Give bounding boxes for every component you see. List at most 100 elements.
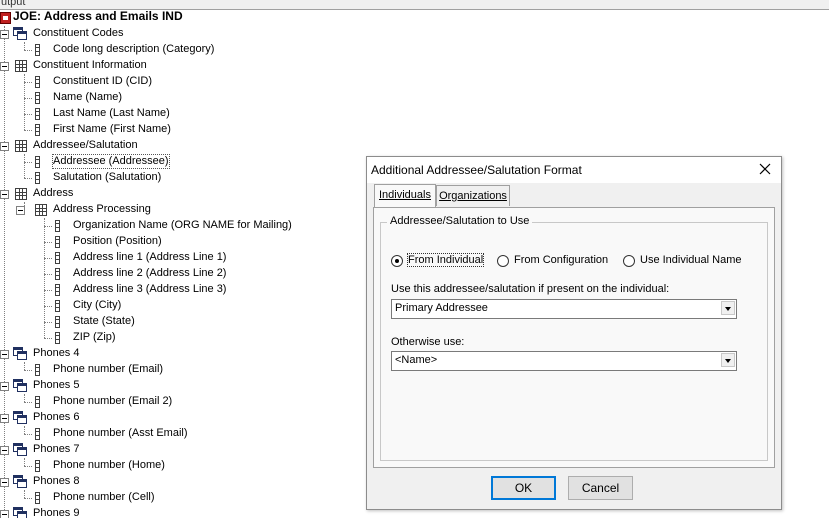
collapse-icon[interactable] [16, 206, 25, 215]
select-value: Primary Addressee [395, 302, 488, 314]
radio-from-configuration[interactable]: From Configuration [497, 253, 617, 269]
tree-connector [24, 162, 32, 163]
tree-node-label: Organization Name (ORG NAME for Mailing) [73, 219, 292, 231]
tree-field-first-name[interactable]: First Name (First Name) [0, 122, 200, 138]
collapse-icon[interactable] [0, 350, 9, 359]
record-table-icon [15, 140, 27, 152]
collapse-icon[interactable] [0, 62, 9, 71]
tree-node-label: Phones 7 [33, 443, 80, 455]
collapse-icon[interactable] [0, 30, 9, 39]
field-icon [35, 460, 40, 472]
tree-node-label: Constituent Codes [33, 27, 124, 39]
tree-connector [24, 498, 32, 499]
tree-node-label: Phones 6 [33, 411, 80, 423]
tree-connector [44, 290, 52, 291]
collapse-icon[interactable] [0, 190, 9, 199]
tree-node-phones-9[interactable]: Phones 9 [0, 506, 200, 518]
radio-button-icon[interactable] [391, 255, 403, 267]
tree-field-city[interactable]: City (City) [0, 298, 200, 314]
radio-button-icon[interactable] [623, 255, 635, 267]
dialog-titlebar[interactable]: Additional Addressee/Salutation Format [367, 157, 781, 183]
tree-field-addressee[interactable]: Addressee (Addressee) [0, 154, 200, 170]
cancel-button[interactable]: Cancel [568, 476, 633, 500]
record-table-icon [35, 204, 47, 216]
tree-node-phones-5[interactable]: Phones 5 [0, 378, 200, 394]
otherwise-use-select[interactable]: <Name> [391, 351, 737, 371]
field-icon [35, 396, 40, 408]
tree-node-label: Last Name (Last Name) [53, 107, 170, 119]
field-icon [35, 364, 40, 376]
tree-field-category[interactable]: Code long description (Category) [0, 42, 260, 58]
tree-node-constituent-information[interactable]: Constituent Information [0, 58, 200, 74]
tree-field-zip[interactable]: ZIP (Zip) [0, 330, 200, 346]
tree-connector [44, 258, 52, 259]
tree-node-phones-7[interactable]: Phones 7 [0, 442, 200, 458]
field-icon [35, 124, 40, 136]
tree-connector [24, 130, 32, 131]
multi-record-icon [13, 475, 27, 488]
tree-connector [24, 370, 32, 371]
tree-field-cid[interactable]: Constituent ID (CID) [0, 74, 200, 90]
tab-organizations[interactable]: Organizations [436, 185, 510, 206]
tree-field-org-name[interactable]: Organization Name (ORG NAME for Mailing) [0, 218, 300, 234]
tab-label: Organizations [439, 190, 507, 202]
tree-field-phone-home[interactable]: Phone number (Home) [0, 458, 200, 474]
tree-root[interactable]: JOE: Address and Emails IND [0, 10, 300, 26]
tree-node-label: Phone number (Cell) [53, 491, 155, 503]
tree-field-phone-asst-email[interactable]: Phone number (Asst Email) [0, 426, 200, 442]
collapse-icon[interactable] [0, 478, 9, 487]
chevron-down-icon[interactable] [721, 353, 735, 367]
collapse-icon[interactable] [0, 446, 9, 455]
collapse-icon[interactable] [0, 414, 9, 423]
tree-field-address-line-2[interactable]: Address line 2 (Address Line 2) [0, 266, 240, 282]
individuals-tab-panel: Addressee/Salutation to Use From Individ… [373, 207, 775, 468]
tree-node-address[interactable]: Address [0, 186, 200, 202]
tree-node-label: City (City) [73, 299, 122, 311]
tree-node-address-processing[interactable]: Address Processing [0, 202, 200, 218]
tree-node-constituent-codes[interactable]: Constituent Codes [0, 26, 200, 42]
tree-field-position[interactable]: Position (Position) [0, 234, 200, 250]
tree-node-phones-4[interactable]: Phones 4 [0, 346, 200, 362]
tree-field-address-line-1[interactable]: Address line 1 (Address Line 1) [0, 250, 240, 266]
multi-record-icon [13, 347, 27, 360]
collapse-icon[interactable] [0, 382, 9, 391]
tree-node-label: Phone number (Asst Email) [53, 427, 188, 439]
tree-field-address-line-3[interactable]: Address line 3 (Address Line 3) [0, 282, 240, 298]
present-addressee-select[interactable]: Primary Addressee [391, 299, 737, 319]
field-icon [55, 300, 60, 312]
collapse-icon[interactable] [0, 510, 9, 518]
tree-field-last-name[interactable]: Last Name (Last Name) [0, 106, 200, 122]
radio-button-icon[interactable] [497, 255, 509, 267]
tree-node-phones-8[interactable]: Phones 8 [0, 474, 200, 490]
radio-use-individual-name[interactable]: Use Individual Name [623, 253, 753, 269]
collapse-icon[interactable] [0, 142, 9, 151]
field-icon [55, 268, 60, 280]
radio-from-individual[interactable]: From Individual [391, 253, 491, 269]
output-label: utput [1, 0, 26, 8]
multi-record-icon [13, 379, 27, 392]
ok-button[interactable]: OK [491, 476, 556, 500]
close-icon[interactable] [757, 161, 773, 177]
tree-node-label: Salutation (Salutation) [53, 171, 162, 183]
tab-individuals[interactable]: Individuals [374, 184, 436, 207]
tree-field-salutation[interactable]: Salutation (Salutation) [0, 170, 200, 186]
tree-node-label: Address line 1 (Address Line 1) [73, 251, 227, 263]
tree-field-phone-email-2[interactable]: Phone number (Email 2) [0, 394, 200, 410]
chevron-down-icon[interactable] [721, 301, 735, 315]
tree-field-name[interactable]: Name (Name) [0, 90, 200, 106]
tree-node-addressee-salutation[interactable]: Addressee/Salutation [0, 138, 200, 154]
additional-addressee-salutation-dialog: Additional Addressee/Salutation Format I… [366, 156, 782, 510]
tree-node-label: Name (Name) [53, 91, 123, 103]
tree-connector [44, 226, 52, 227]
tree-field-state[interactable]: State (State) [0, 314, 200, 330]
tree-node-phones-6[interactable]: Phones 6 [0, 410, 200, 426]
tree-node-label: Position (Position) [73, 235, 162, 247]
tree-field-phone-email[interactable]: Phone number (Email) [0, 362, 200, 378]
field-icon [35, 76, 40, 88]
tree-field-phone-cell[interactable]: Phone number (Cell) [0, 490, 200, 506]
tree-connector [24, 114, 32, 115]
radio-label: From Configuration [514, 254, 609, 266]
tree-node-label: Address line 3 (Address Line 3) [73, 283, 227, 295]
tree-node-label: Address line 2 (Address Line 2) [73, 267, 227, 279]
field-icon [55, 252, 60, 264]
